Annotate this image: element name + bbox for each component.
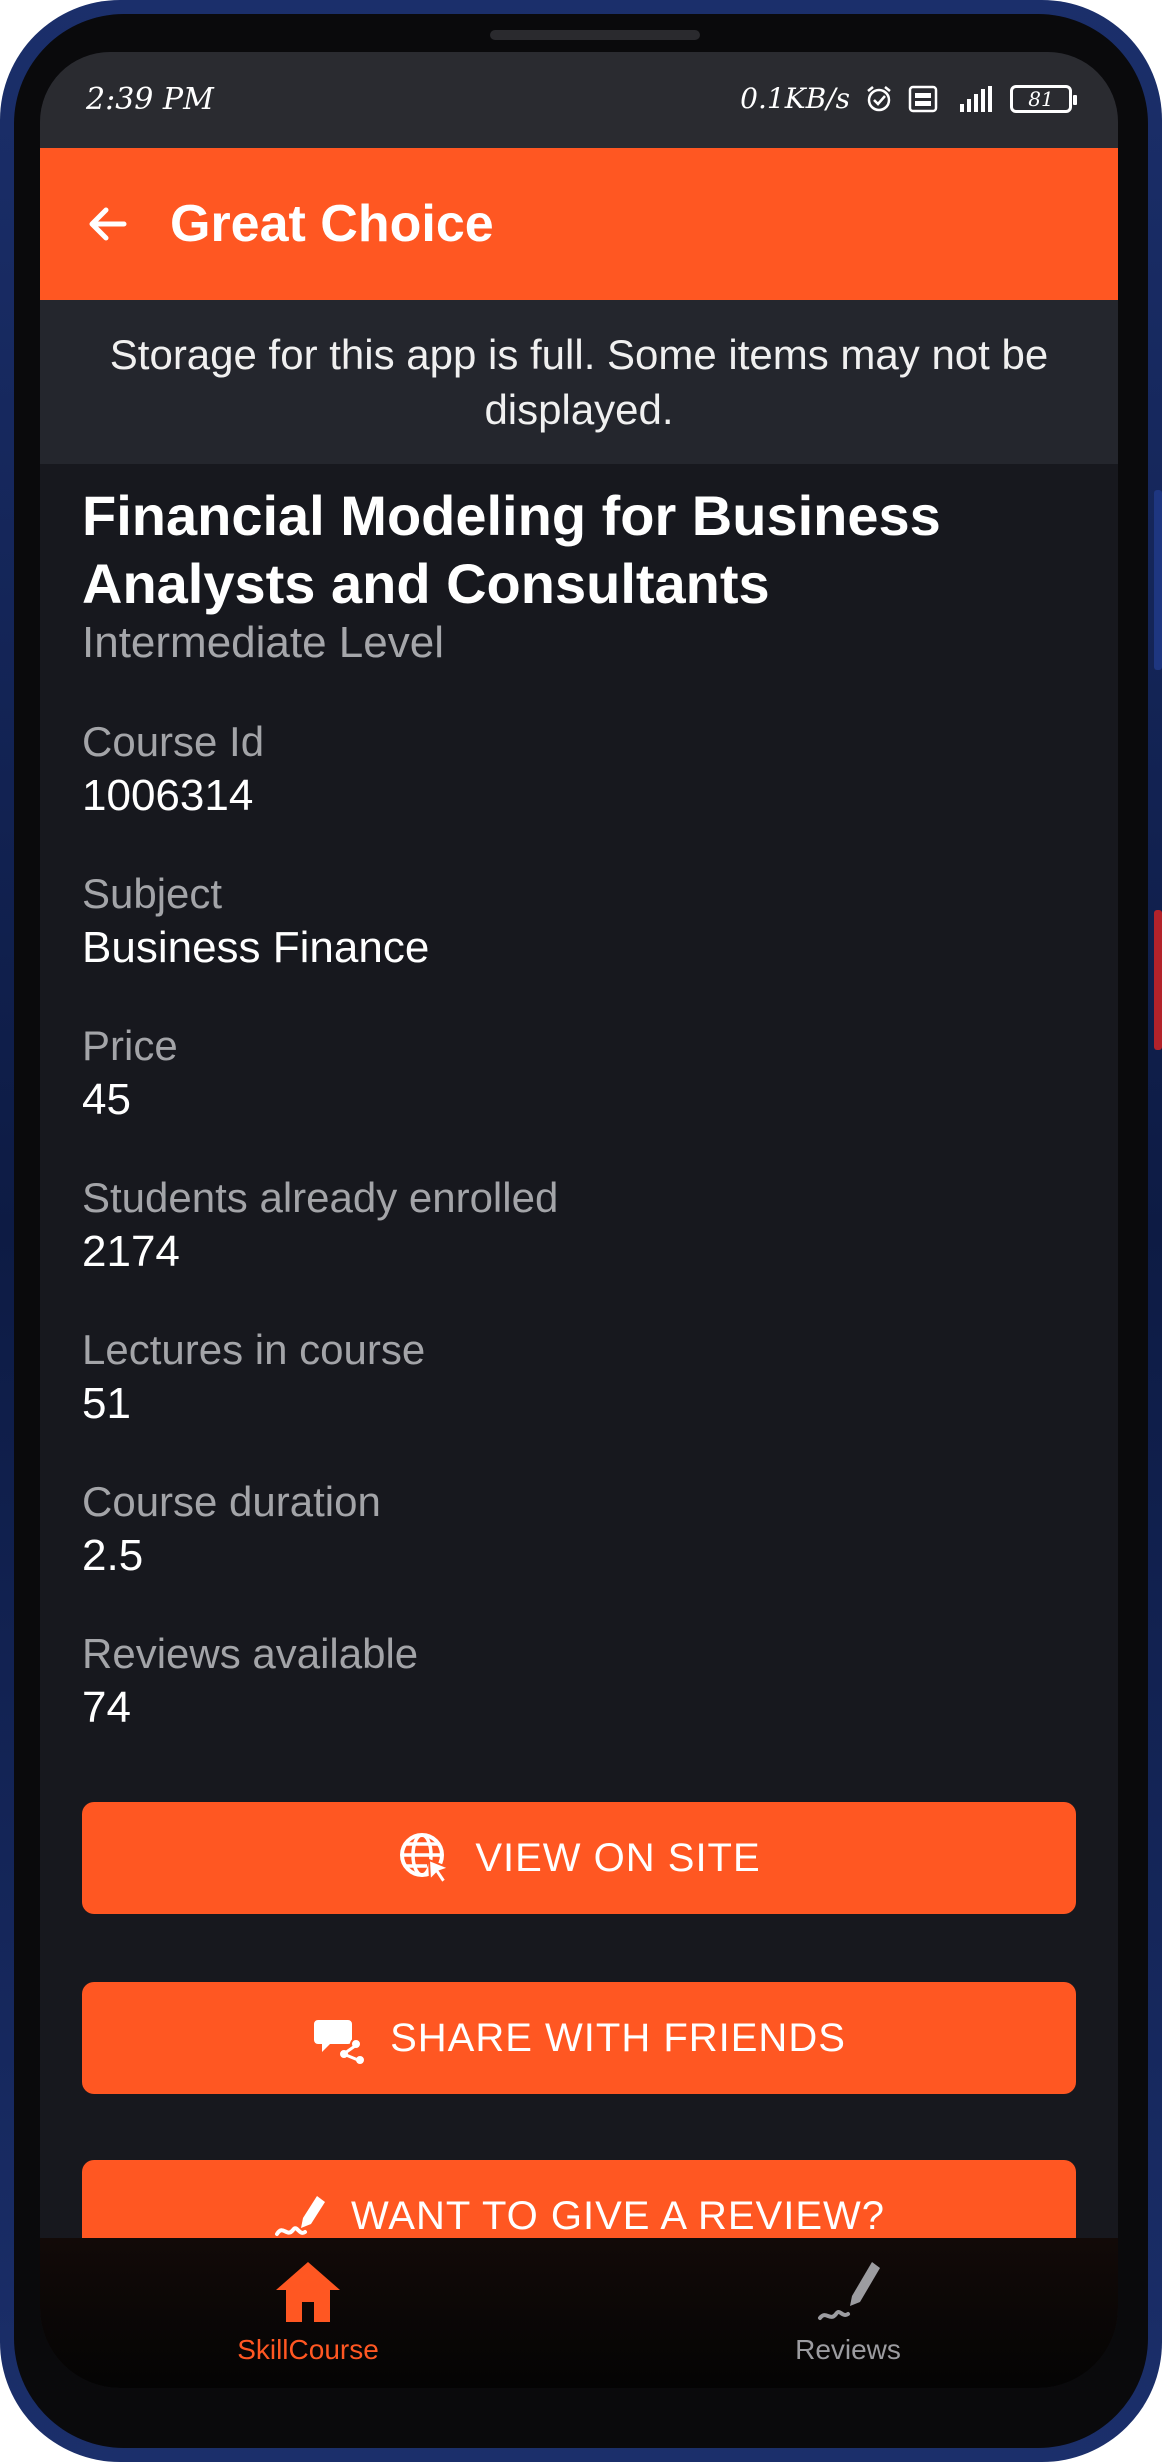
- field-label: Lectures in course: [82, 1326, 426, 1373]
- pen-icon: [818, 2262, 880, 2320]
- network-speed: 0.1KB/s: [740, 82, 850, 115]
- field-value: Business Finance: [82, 923, 430, 972]
- signature-pen-icon: [273, 2188, 329, 2244]
- field-value: 74: [82, 1683, 131, 1732]
- battery-level: 81: [1028, 86, 1054, 111]
- share-with-friends-button[interactable]: SHARE WITH FRIENDS: [82, 1982, 1076, 2094]
- field-label: Reviews available: [82, 1630, 419, 1677]
- field-value: 2174: [82, 1227, 180, 1276]
- field-value: 45: [82, 1075, 131, 1124]
- nav-label: Reviews: [795, 2334, 901, 2365]
- home-icon: [276, 2262, 340, 2322]
- field-reviews-available: Reviews available 74: [82, 1628, 1076, 1736]
- field-subject: Subject Business Finance: [82, 868, 1076, 976]
- view-on-site-button[interactable]: VIEW ON SITE: [82, 1802, 1076, 1914]
- page-title: Great Choice: [170, 195, 494, 253]
- field-label: Course duration: [82, 1478, 381, 1525]
- volte-icon: [908, 84, 938, 114]
- nav-item-skillcourse[interactable]: SkillCourse: [158, 2256, 458, 2366]
- bottom-navigation: SkillCourse Reviews: [40, 2238, 1118, 2388]
- status-icons: 0.1KB/s 81: [740, 82, 1077, 115]
- signal-4g-icon: [952, 84, 996, 114]
- status-bar: 2:39 PM 0.1KB/s 81: [40, 52, 1118, 148]
- field-course-id: Course Id 1006314: [82, 716, 1076, 824]
- field-students-enrolled: Students already enrolled 2174: [82, 1172, 1076, 1280]
- volume-button: [1154, 490, 1162, 670]
- nav-label: SkillCourse: [237, 2334, 379, 2365]
- arrow-left-icon: [89, 207, 127, 241]
- field-lectures: Lectures in course 51: [82, 1324, 1076, 1432]
- field-label: Students already enrolled: [82, 1174, 559, 1221]
- field-price: Price 45: [82, 1020, 1076, 1128]
- field-label: Price: [82, 1022, 178, 1069]
- globe-cursor-icon: [397, 1830, 453, 1886]
- earpiece-speaker: [490, 30, 700, 40]
- field-value: 51: [82, 1379, 131, 1428]
- storage-warning-text: Storage for this app is full. Some items…: [109, 331, 1049, 433]
- give-review-label: WANT TO GIVE A REVIEW?: [351, 2193, 885, 2238]
- share-with-friends-label: SHARE WITH FRIENDS: [390, 2015, 846, 2060]
- back-button[interactable]: [76, 192, 140, 256]
- phone-frame: 2:39 PM 0.1KB/s 81 Great Choice Storage …: [0, 0, 1162, 2462]
- nav-item-reviews[interactable]: Reviews: [698, 2256, 998, 2366]
- view-on-site-label: VIEW ON SITE: [475, 1835, 761, 1880]
- power-button: [1154, 910, 1162, 1050]
- chat-share-icon: [312, 2010, 368, 2066]
- field-label: Course Id: [82, 718, 265, 765]
- course-title: Financial Modeling for Business Analysts…: [82, 484, 941, 615]
- field-value: 2.5: [82, 1531, 144, 1580]
- app-bar: Great Choice: [40, 148, 1118, 300]
- course-level: Intermediate Level: [82, 618, 444, 667]
- status-time: 2:39 PM: [86, 82, 214, 117]
- field-duration: Course duration 2.5: [82, 1476, 1076, 1584]
- alarm-icon: [864, 84, 894, 114]
- field-value: 1006314: [82, 771, 254, 820]
- battery-icon: 81: [1010, 84, 1077, 113]
- field-label: Subject: [82, 870, 223, 917]
- course-details: Financial Modeling for Business Analysts…: [82, 464, 1076, 1736]
- screen: 2:39 PM 0.1KB/s 81 Great Choice Storage …: [40, 52, 1118, 2388]
- storage-warning-banner: Storage for this app is full. Some items…: [40, 300, 1118, 464]
